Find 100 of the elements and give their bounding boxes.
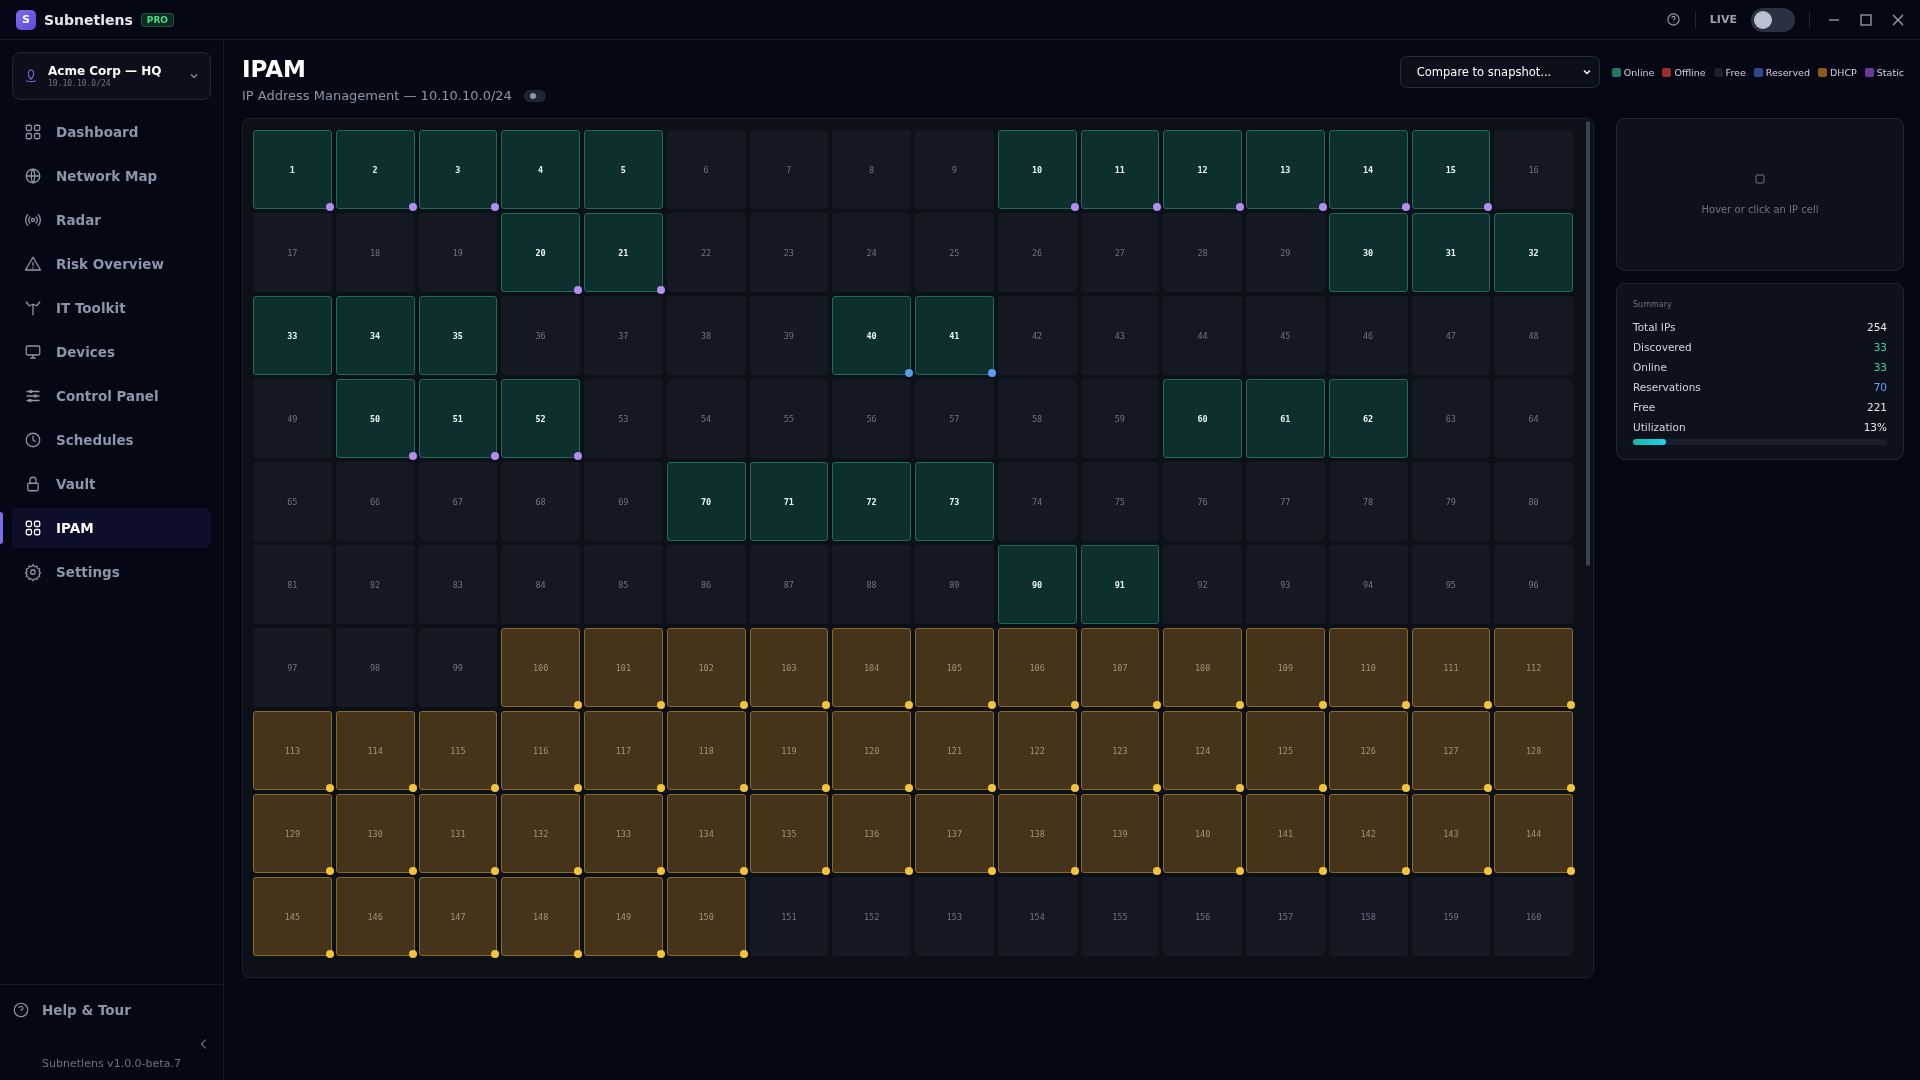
nav-item[interactable]: IPAM — [12, 508, 211, 548]
ip-cell[interactable]: 48 — [1494, 296, 1573, 375]
ip-cell[interactable]: 28 — [1163, 213, 1242, 292]
ip-cell[interactable]: 26 — [997, 213, 1077, 292]
ip-cell[interactable]: 96 — [1494, 545, 1573, 624]
ip-cell[interactable]: 20 — [501, 213, 580, 292]
ip-cell[interactable]: 138 — [997, 794, 1077, 873]
ip-cell[interactable]: 116 — [501, 711, 580, 790]
ip-cell[interactable]: 34 — [335, 296, 415, 375]
ip-cell[interactable]: 30 — [1328, 213, 1408, 292]
ip-cell[interactable]: 155 — [1080, 877, 1160, 956]
ip-cell[interactable]: 65 — [253, 462, 332, 541]
ip-cell[interactable]: 158 — [1328, 877, 1408, 956]
ip-cell[interactable]: 101 — [584, 628, 663, 707]
ip-cell[interactable]: 159 — [1411, 877, 1491, 956]
ip-cell[interactable]: 85 — [584, 545, 663, 624]
ip-cell[interactable]: 69 — [584, 462, 663, 541]
ip-cell[interactable]: 131 — [418, 794, 498, 873]
ip-cell[interactable]: 67 — [418, 462, 498, 541]
ip-cell[interactable]: 95 — [1411, 545, 1491, 624]
ip-cell[interactable]: 122 — [997, 711, 1077, 790]
ip-cell[interactable]: 12 — [1163, 130, 1242, 209]
ip-cell[interactable]: 51 — [418, 379, 498, 458]
ip-cell[interactable]: 40 — [832, 296, 911, 375]
ip-cell[interactable]: 88 — [832, 545, 911, 624]
ip-cell[interactable]: 105 — [915, 628, 994, 707]
ip-cell[interactable]: 136 — [832, 794, 911, 873]
ip-cell[interactable]: 54 — [666, 379, 746, 458]
ip-cell[interactable]: 15 — [1411, 130, 1491, 209]
ip-cell[interactable]: 66 — [335, 462, 415, 541]
ip-cell[interactable]: 92 — [1163, 545, 1242, 624]
ip-cell[interactable]: 79 — [1411, 462, 1491, 541]
ip-cell[interactable]: 5 — [584, 130, 663, 209]
ip-cell[interactable]: 135 — [749, 794, 829, 873]
ip-cell[interactable]: 57 — [915, 379, 994, 458]
ip-cell[interactable]: 38 — [666, 296, 746, 375]
ip-cell[interactable]: 117 — [584, 711, 663, 790]
ip-cell[interactable]: 128 — [1494, 711, 1573, 790]
ip-cell[interactable]: 103 — [749, 628, 829, 707]
ip-cell[interactable]: 139 — [1080, 794, 1160, 873]
ip-cell[interactable]: 10 — [997, 130, 1077, 209]
ip-cell[interactable]: 132 — [501, 794, 580, 873]
ip-cell[interactable]: 72 — [832, 462, 911, 541]
ip-cell[interactable]: 146 — [335, 877, 415, 956]
ip-cell[interactable]: 53 — [584, 379, 663, 458]
ip-cell[interactable]: 104 — [832, 628, 911, 707]
ip-cell[interactable]: 61 — [1246, 379, 1325, 458]
ip-cell[interactable]: 64 — [1494, 379, 1573, 458]
ip-cell[interactable]: 13 — [1246, 130, 1325, 209]
ip-cell[interactable]: 42 — [997, 296, 1077, 375]
ip-cell[interactable]: 100 — [501, 628, 580, 707]
ip-cell[interactable]: 45 — [1246, 296, 1325, 375]
ip-cell[interactable]: 9 — [915, 130, 994, 209]
ip-cell[interactable]: 46 — [1328, 296, 1408, 375]
nav-item[interactable]: Settings — [12, 552, 211, 592]
ip-cell[interactable]: 123 — [1080, 711, 1160, 790]
ip-cell[interactable]: 6 — [666, 130, 746, 209]
ip-cell[interactable]: 25 — [915, 213, 994, 292]
ip-cell[interactable]: 114 — [335, 711, 415, 790]
ip-cell[interactable]: 43 — [1080, 296, 1160, 375]
ip-cell[interactable]: 50 — [335, 379, 415, 458]
ip-cell[interactable]: 77 — [1246, 462, 1325, 541]
ip-cell[interactable]: 99 — [418, 628, 498, 707]
ip-cell[interactable]: 137 — [915, 794, 994, 873]
nav-item[interactable]: Schedules — [12, 420, 211, 460]
ip-cell[interactable]: 31 — [1411, 213, 1491, 292]
ip-cell[interactable]: 58 — [997, 379, 1077, 458]
nav-item[interactable]: Radar — [12, 200, 211, 240]
ip-cell[interactable]: 84 — [501, 545, 580, 624]
nav-item[interactable]: Dashboard — [12, 112, 211, 152]
ip-cell[interactable]: 37 — [584, 296, 663, 375]
ip-cell[interactable]: 120 — [832, 711, 911, 790]
ip-cell[interactable]: 52 — [501, 379, 580, 458]
ip-cell[interactable]: 2 — [335, 130, 415, 209]
ip-cell[interactable]: 97 — [253, 628, 332, 707]
ip-cell[interactable]: 109 — [1246, 628, 1325, 707]
ip-cell[interactable]: 157 — [1246, 877, 1325, 956]
ip-cell[interactable]: 87 — [749, 545, 829, 624]
ip-cell[interactable]: 82 — [335, 545, 415, 624]
ip-cell[interactable]: 56 — [832, 379, 911, 458]
ip-cell[interactable]: 134 — [666, 794, 746, 873]
ip-cell[interactable]: 152 — [832, 877, 911, 956]
ip-cell[interactable]: 23 — [749, 213, 829, 292]
ip-cell[interactable]: 119 — [749, 711, 829, 790]
ip-cell[interactable]: 149 — [584, 877, 663, 956]
ip-cell[interactable]: 36 — [501, 296, 580, 375]
ip-cell[interactable]: 80 — [1494, 462, 1573, 541]
ip-cell[interactable]: 32 — [1494, 213, 1573, 292]
ip-cell[interactable]: 89 — [915, 545, 994, 624]
ip-cell[interactable]: 39 — [749, 296, 829, 375]
ip-cell[interactable]: 86 — [666, 545, 746, 624]
ip-cell[interactable]: 90 — [997, 545, 1077, 624]
ip-cell[interactable]: 145 — [253, 877, 332, 956]
ip-cell[interactable]: 125 — [1246, 711, 1325, 790]
ip-cell[interactable]: 21 — [584, 213, 663, 292]
ip-cell[interactable]: 19 — [418, 213, 498, 292]
ip-cell[interactable]: 130 — [335, 794, 415, 873]
ip-cell[interactable]: 17 — [253, 213, 332, 292]
ip-cell[interactable]: 29 — [1246, 213, 1325, 292]
ip-cell[interactable]: 75 — [1080, 462, 1160, 541]
